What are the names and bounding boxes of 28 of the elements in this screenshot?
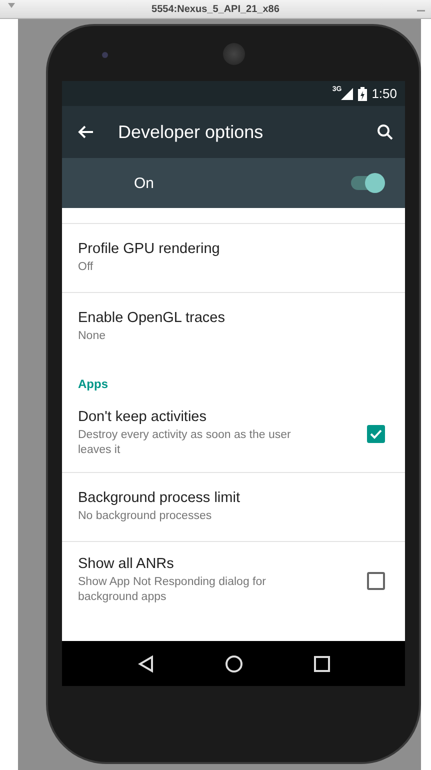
switch-label: On <box>134 174 156 192</box>
status-time: 1:50 <box>372 86 397 101</box>
checkbox[interactable] <box>367 424 385 442</box>
signal-icon <box>340 88 353 100</box>
setting-summary: Destroy every activity as soon as the user leaves it <box>78 428 292 458</box>
setting-title[interactable]: Profile GPU rendering <box>78 241 389 257</box>
window-title: 5554:Nexus_5_API_21_x86 <box>152 4 280 14</box>
camera-icon <box>102 52 108 58</box>
toolbar-title: Developer options <box>118 122 264 142</box>
setting-summary: Show App Not Responding dialog for background apps <box>78 575 267 605</box>
setting-summary: None <box>78 329 106 344</box>
back-button[interactable] <box>138 654 154 672</box>
checkbox[interactable] <box>367 572 385 590</box>
back-arrow-icon[interactable] <box>78 125 94 139</box>
setting-summary: No background processes <box>78 509 213 524</box>
search-icon[interactable] <box>377 124 393 140</box>
home-button[interactable] <box>224 654 242 672</box>
section-header: Apps <box>77 376 109 393</box>
battery-icon <box>358 86 367 100</box>
check-icon <box>370 428 382 438</box>
setting-title[interactable]: Don't keep activities <box>78 409 367 425</box>
speaker-icon <box>222 42 244 64</box>
setting-title[interactable]: Background process limit <box>78 490 389 506</box>
setting-summary: Off <box>78 260 94 275</box>
setting-title[interactable]: Enable OpenGL traces <box>78 310 389 326</box>
setting-title[interactable]: Show all ANRs <box>78 556 367 572</box>
recents-button[interactable] <box>314 656 330 672</box>
toggle-switch[interactable] <box>351 173 385 193</box>
